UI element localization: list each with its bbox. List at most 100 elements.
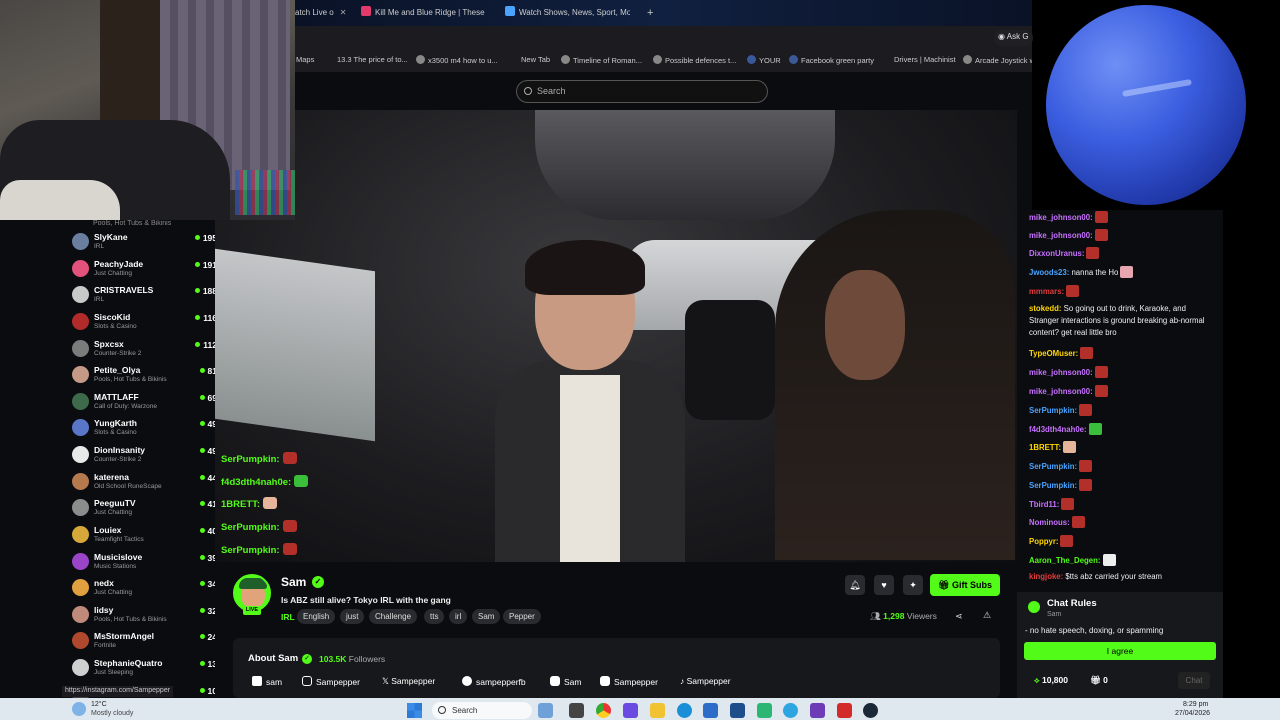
- close-tab-icon[interactable]: ✕: [340, 8, 347, 17]
- copilot-icon[interactable]: [623, 703, 638, 718]
- edge-icon[interactable]: [677, 703, 692, 718]
- chat-username[interactable]: mmmars:: [1029, 287, 1064, 296]
- share-icon[interactable]: ⋖: [955, 611, 963, 622]
- windows-start-icon[interactable]: [407, 703, 422, 718]
- sidebar-channel-item[interactable]: MATTLAFF Call of Duty: Warzone 69: [72, 391, 217, 417]
- chat-username[interactable]: Nominous:: [1029, 518, 1070, 527]
- outlook-icon[interactable]: [703, 703, 718, 718]
- agree-button[interactable]: I agree: [1024, 642, 1216, 660]
- chat-send-button[interactable]: Chat: [1178, 672, 1210, 689]
- bookmark-item[interactable]: YOUR: [747, 55, 781, 65]
- tag[interactable]: English: [297, 609, 336, 624]
- tag[interactable]: Sam: [472, 609, 501, 624]
- chat-username[interactable]: 1BRETT:: [1029, 443, 1061, 452]
- report-icon[interactable]: ⚠: [983, 610, 991, 621]
- social-link-tiktok[interactable]: ♪ Sampepper: [680, 676, 731, 686]
- social-link-instagram[interactable]: Sampepper: [302, 676, 360, 687]
- sidebar-channel-item[interactable]: DionInsanity Counter-Strike 2 49: [72, 444, 217, 470]
- sidebar-channel-item[interactable]: YungKarth Slots & Casino 49: [72, 417, 217, 443]
- clip-button[interactable]: ✦: [903, 575, 923, 595]
- sidebar-channel-item[interactable]: Louiex Teamfight Tactics 40: [72, 524, 217, 550]
- search-input[interactable]: Search: [516, 80, 768, 103]
- stream-category[interactable]: IRL: [281, 612, 295, 622]
- calendar-icon[interactable]: [730, 703, 745, 718]
- sidebar-channel-item[interactable]: SlyKane IRL 195: [72, 231, 217, 257]
- sidebar-channel-item[interactable]: CRISTRAVELS IRL 188: [72, 284, 217, 310]
- tag[interactable]: irl: [449, 609, 468, 624]
- spotify-icon[interactable]: [757, 703, 772, 718]
- ask-button[interactable]: ◉ Ask G: [994, 30, 1033, 46]
- tag[interactable]: just: [340, 609, 365, 624]
- browser-tab[interactable]: Kill Me and Blue Ridge | These✕: [361, 4, 491, 22]
- chat-username[interactable]: Jwoods23:: [1029, 268, 1069, 277]
- tag[interactable]: Pepper: [503, 609, 541, 624]
- chat-username[interactable]: mike_johnson00:: [1029, 231, 1093, 240]
- bookmark-item[interactable]: New Tab: [521, 55, 550, 64]
- browser-tab[interactable]: atch Live o ✕: [295, 4, 355, 22]
- chat-username[interactable]: SerPumpkin:: [1029, 406, 1077, 415]
- gift-subs-button[interactable]: 🎁︎ Gift Subs: [930, 574, 1000, 596]
- sidebar-channel-item[interactable]: PeeguuTV Just Chatting 41: [72, 497, 217, 523]
- chat-username[interactable]: Tbird11:: [1029, 500, 1059, 509]
- tag[interactable]: tts: [424, 609, 445, 624]
- widgets-icon[interactable]: [538, 703, 553, 718]
- sidebar-channel-item[interactable]: Musicislove Music Stations 39: [72, 551, 217, 577]
- chat-username[interactable]: kingjoke:: [1029, 572, 1063, 581]
- app-icon[interactable]: [837, 703, 852, 718]
- clock-time[interactable]: 8:29 pm: [1183, 701, 1208, 708]
- chat-username[interactable]: mike_johnson00:: [1029, 368, 1093, 377]
- clock-date[interactable]: 27/04/2026: [1175, 710, 1210, 717]
- bookmark-item[interactable]: Timeline of Roman...: [561, 55, 642, 65]
- bookmark-item[interactable]: 13.3 The price of to...: [337, 55, 408, 64]
- chat-username[interactable]: mike_johnson00:: [1029, 213, 1093, 222]
- social-link-kick[interactable]: sam: [252, 676, 282, 687]
- taskbar-search[interactable]: Search: [432, 702, 532, 719]
- new-tab-button[interactable]: +: [647, 4, 653, 22]
- sidebar-channel-item[interactable]: StephanieQuatro Just Sleeping 13: [72, 657, 217, 683]
- chat-username[interactable]: Poppyr:: [1029, 537, 1058, 546]
- sidebar-channel-item[interactable]: SiscoKid Slots & Casino 116: [72, 311, 217, 337]
- chrome-icon[interactable]: [596, 703, 611, 718]
- social-link-facebook[interactable]: sampepperfb: [462, 676, 526, 687]
- sidebar-channel-item[interactable]: katerena Old School RuneScape 44: [72, 471, 217, 497]
- bookmark-item[interactable]: Facebook green party: [789, 55, 874, 65]
- sidebar-channel-item[interactable]: lidsy Pools, Hot Tubs & Bikinis 32: [72, 604, 217, 630]
- browser-tab[interactable]: Watch Shows, News, Sport, Mo✕: [505, 4, 630, 22]
- channel-points[interactable]: ⟡ 10,800: [1034, 675, 1068, 686]
- chat-username[interactable]: DixxonUranus:: [1029, 249, 1084, 258]
- file-explorer-icon[interactable]: [650, 703, 665, 718]
- notification-bell-button[interactable]: 🔔︎: [845, 575, 865, 595]
- bookmark-item[interactable]: Drivers | Machinist: [894, 55, 956, 64]
- bookmark-item[interactable]: Maps: [296, 55, 314, 64]
- chat-username[interactable]: TypeOMuser:: [1029, 349, 1078, 358]
- bookmark-item[interactable]: x3500 m4 how to u...: [416, 55, 498, 65]
- telegram-icon[interactable]: [783, 703, 798, 718]
- social-link-x[interactable]: 𝕏 Sampepper: [382, 676, 435, 687]
- tag[interactable]: Challenge: [369, 609, 418, 624]
- follow-button[interactable]: ♥: [874, 575, 894, 595]
- chat-username[interactable]: f4d3dth4nah0e:: [1029, 425, 1087, 434]
- channel-name[interactable]: Sam: [281, 575, 306, 589]
- bookmark-item[interactable]: Arcade Joystick w: [963, 55, 1032, 65]
- sidebar-channel-item[interactable]: Petite_Olya Pools, Hot Tubs & Bikinis 81: [72, 364, 217, 390]
- steam-icon[interactable]: [863, 703, 878, 718]
- gift-count[interactable]: 🎁︎ 0: [1090, 675, 1108, 686]
- sidebar-channel-item[interactable]: nedx Just Chatting 34: [72, 577, 217, 603]
- chat-username[interactable]: SerPumpkin:: [1029, 462, 1077, 471]
- chat-username[interactable]: Aaron_The_Degen:: [1029, 556, 1101, 565]
- chat-username[interactable]: mike_johnson00:: [1029, 387, 1093, 396]
- sidebar-channel-item[interactable]: MsStormAngel Fortnite 24: [72, 630, 217, 656]
- social-link-discord[interactable]: Sampepper: [600, 676, 658, 687]
- bookmark-item[interactable]: Possible defences t...: [653, 55, 736, 65]
- twitch-icon[interactable]: [810, 703, 825, 718]
- sidebar-channel-item[interactable]: PeachyJade Just Chatting 191: [72, 258, 217, 284]
- webcam-overlay: [0, 0, 295, 220]
- weather-icon[interactable]: [72, 702, 86, 716]
- sidebar-channel-item[interactable]: Spxcsx Counter-Strike 2 112: [72, 338, 217, 364]
- video-player[interactable]: [215, 110, 1017, 562]
- chat-username[interactable]: SerPumpkin:: [1029, 481, 1077, 490]
- emote-icon: [263, 497, 278, 509]
- task-view-icon[interactable]: [569, 703, 584, 718]
- social-link-youtube[interactable]: Sam: [550, 676, 581, 687]
- chat-username[interactable]: stokedd:: [1029, 304, 1062, 313]
